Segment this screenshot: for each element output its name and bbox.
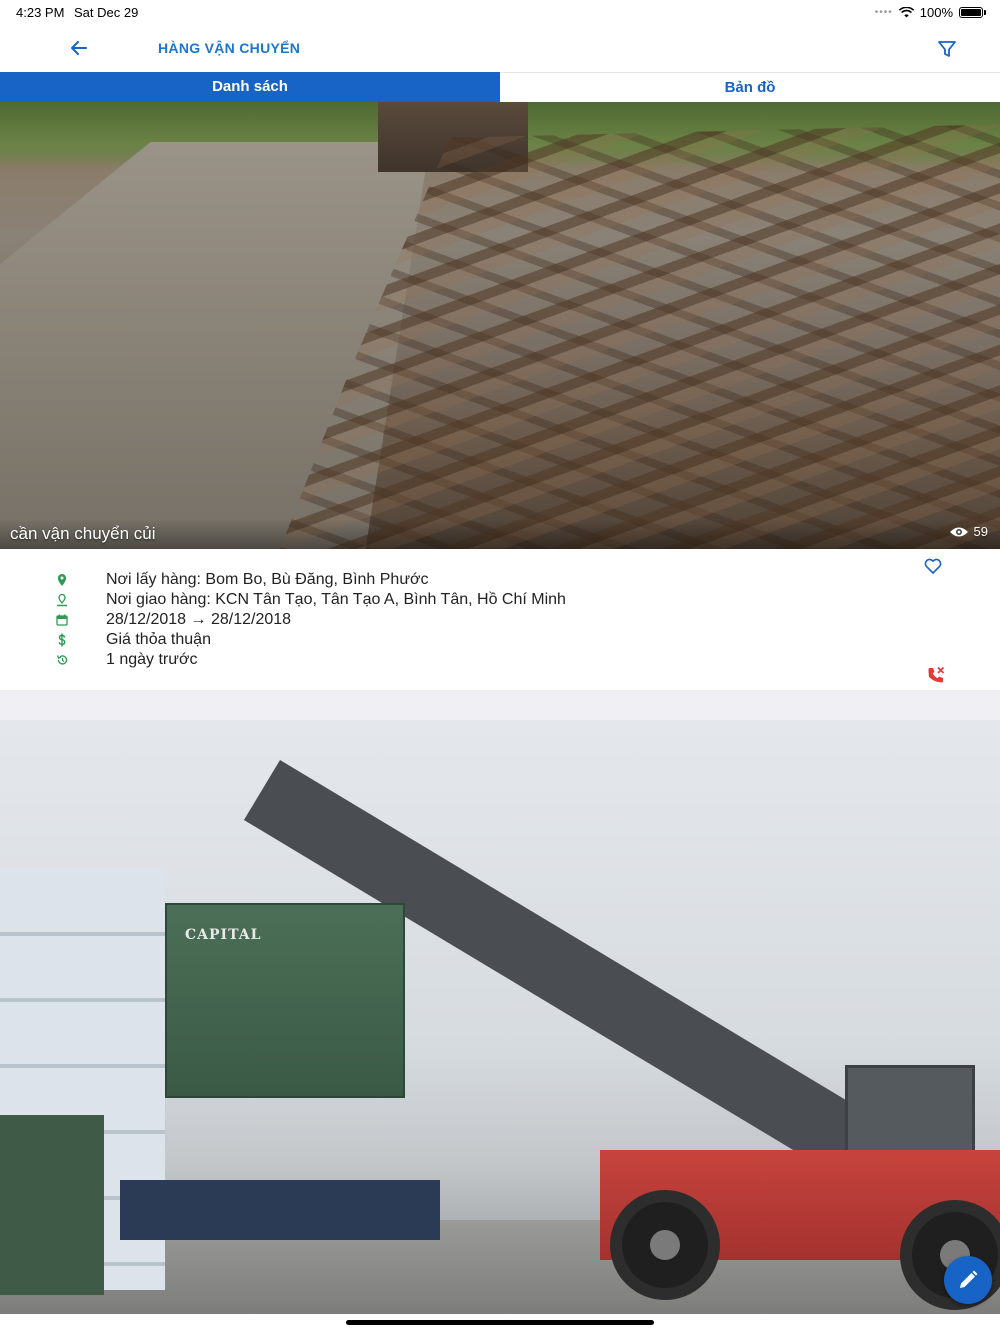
status-right: •••• 100%	[875, 5, 986, 20]
photo-cabin	[845, 1065, 975, 1155]
posted-time: 1 ngày trước	[106, 651, 198, 668]
tab-list[interactable]: Danh sách	[0, 72, 500, 102]
heart-icon	[924, 558, 942, 574]
filter-icon	[938, 41, 956, 57]
tab-map[interactable]: Bản đồ	[500, 72, 1000, 102]
destination-pin-icon	[57, 593, 67, 607]
calendar-icon	[56, 614, 68, 626]
back-button[interactable]	[64, 34, 94, 62]
pickup-location: Nơi lấy hàng: Bom Bo, Bù Đăng, Bình Phướ…	[106, 571, 429, 588]
photo-green-container	[0, 1115, 104, 1295]
delivery-location: Nơi giao hàng: KCN Tân Tạo, Tân Tạo A, B…	[106, 591, 566, 608]
listing-photo-2[interactable]: CAPITAL	[0, 720, 1000, 1314]
tab-bar: Danh sách Bản đồ	[0, 72, 1000, 102]
pencil-icon	[960, 1270, 978, 1288]
posted-row: 1 ngày trước	[0, 650, 880, 670]
status-date: Sat Dec 29	[74, 5, 139, 20]
battery-icon	[959, 7, 983, 18]
arrow-left-icon	[71, 41, 87, 55]
listing-photo[interactable]: cần vận chuyển củi 59	[0, 102, 1000, 549]
price: Giá thỏa thuận	[106, 631, 211, 648]
photo-lifted-container: CAPITAL	[165, 903, 405, 1098]
call-button[interactable]	[925, 664, 947, 686]
signal-icon: ••••	[874, 7, 893, 18]
wifi-icon	[898, 7, 914, 18]
date-row: 28/12/2018 → 28/12/2018	[0, 610, 880, 630]
view-count: 59	[949, 524, 988, 539]
navigation-bar: HÀNG VẬN CHUYỂN	[0, 24, 1000, 72]
listing-details[interactable]: Nơi lấy hàng: Bom Bo, Bù Đăng, Bình Phướ…	[0, 549, 1000, 690]
price-row: Giá thỏa thuận	[0, 630, 880, 650]
photo-wheel	[610, 1190, 720, 1300]
pickup-row: Nơi lấy hàng: Bom Bo, Bù Đăng, Bình Phướ…	[0, 570, 880, 590]
photo-trailer	[120, 1180, 440, 1240]
status-time: 4:23 PM	[16, 5, 65, 20]
battery-percent: 100%	[919, 5, 953, 20]
map-pin-icon	[58, 574, 66, 586]
card-separator	[0, 690, 1000, 720]
status-bar: 4:23 PM Sat Dec 29 •••• 100%	[0, 0, 1000, 24]
container-label: CAPITAL	[185, 927, 262, 943]
history-icon	[56, 655, 68, 665]
create-post-button[interactable]	[944, 1256, 992, 1304]
delivery-row: Nơi giao hàng: KCN Tân Tạo, Tân Tạo A, B…	[0, 590, 880, 610]
view-count-value: 59	[973, 524, 988, 539]
listing-title: cần vận chuyển củi	[10, 524, 156, 543]
battery-cap	[984, 10, 986, 15]
home-indicator	[346, 1320, 654, 1325]
filter-button[interactable]	[934, 36, 960, 62]
date-range: 28/12/2018 → 28/12/2018	[106, 611, 292, 628]
page-title: HÀNG VẬN CHUYỂN	[158, 40, 301, 56]
eye-icon	[949, 527, 968, 536]
dollar-icon	[58, 633, 66, 647]
favorite-button[interactable]	[922, 555, 944, 577]
phone-icon	[928, 666, 945, 683]
